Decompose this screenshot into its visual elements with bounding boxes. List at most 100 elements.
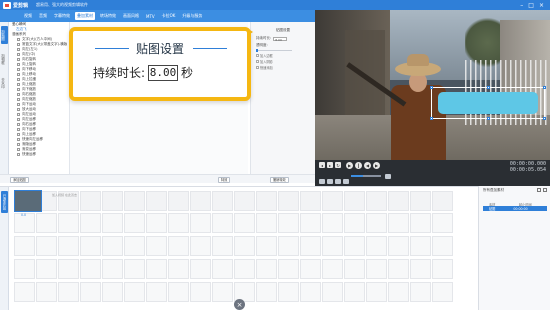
camera-icon[interactable] bbox=[319, 179, 325, 184]
timeline-slot[interactable] bbox=[146, 236, 167, 256]
timeline-slot[interactable] bbox=[322, 191, 343, 211]
timeline-tab-clips[interactable]: 已添加片段 bbox=[1, 191, 8, 213]
menu-item[interactable]: 转场特效 bbox=[98, 12, 118, 20]
option-checkbox[interactable] bbox=[256, 54, 259, 57]
timeline-slot[interactable] bbox=[36, 259, 57, 279]
effect-checkbox[interactable] bbox=[17, 143, 20, 146]
effect-checkbox[interactable] bbox=[17, 53, 20, 56]
option-checkbox[interactable] bbox=[256, 66, 259, 69]
timeline-slot[interactable] bbox=[146, 259, 167, 279]
effect-checkbox[interactable] bbox=[17, 138, 20, 141]
timeline-slot[interactable] bbox=[410, 259, 431, 279]
timeline-slot[interactable] bbox=[58, 259, 79, 279]
timeline-slot[interactable] bbox=[278, 259, 299, 279]
timeline-slot[interactable] bbox=[80, 282, 101, 302]
menu-item[interactable]: 字幕特效 bbox=[52, 12, 72, 20]
menu-item[interactable]: 升级与服务 bbox=[180, 12, 204, 20]
timeline-slot[interactable] bbox=[190, 213, 211, 233]
settings-option[interactable]: 加入边框 bbox=[256, 53, 310, 58]
effect-checkbox[interactable] bbox=[17, 148, 20, 151]
timeline-slot[interactable] bbox=[234, 259, 255, 279]
timeline-slot[interactable] bbox=[410, 282, 431, 302]
timeline-slot[interactable] bbox=[212, 191, 233, 211]
timeline-slot[interactable] bbox=[14, 259, 35, 279]
timeline-slot[interactable] bbox=[58, 236, 79, 256]
effect-checkbox[interactable] bbox=[17, 103, 20, 106]
timeline-slot[interactable] bbox=[366, 213, 387, 233]
option-checkbox[interactable] bbox=[256, 60, 259, 63]
add-sticker-button[interactable]: 添加贴图 bbox=[10, 176, 29, 183]
timeline-slot[interactable] bbox=[344, 259, 365, 279]
timeline-slot[interactable] bbox=[190, 259, 211, 279]
menu-item[interactable]: 视频 bbox=[22, 12, 34, 20]
timeline-slot[interactable] bbox=[234, 213, 255, 233]
resize-handle[interactable] bbox=[543, 86, 546, 89]
timeline-slot[interactable] bbox=[190, 282, 211, 302]
undo-effect-button[interactable]: 撤销特效 bbox=[270, 176, 289, 183]
timeline-slot[interactable] bbox=[102, 282, 123, 302]
transparency-slider[interactable] bbox=[256, 49, 292, 52]
timeline-slot[interactable] bbox=[322, 259, 343, 279]
settings-option[interactable]: 加入阴影 bbox=[256, 59, 310, 64]
menu-item[interactable]: 音频 bbox=[37, 12, 49, 20]
close-timeline-icon[interactable]: × bbox=[234, 299, 245, 310]
effect-checkbox[interactable] bbox=[17, 133, 20, 136]
effect-checkbox[interactable] bbox=[17, 48, 20, 51]
timeline-slot[interactable] bbox=[432, 282, 453, 302]
timeline-slot[interactable] bbox=[388, 259, 409, 279]
timeline-slot[interactable] bbox=[80, 213, 101, 233]
timeline-slot[interactable] bbox=[366, 259, 387, 279]
timeline-slot[interactable] bbox=[36, 282, 57, 302]
timeline-slot[interactable] bbox=[300, 213, 321, 233]
save-icon[interactable] bbox=[335, 179, 341, 184]
timeline-slot[interactable] bbox=[278, 191, 299, 211]
timeline-slot[interactable] bbox=[212, 259, 233, 279]
timeline-slot[interactable] bbox=[102, 259, 123, 279]
overlay-list-row[interactable]: 贴图 00:00:00 bbox=[483, 206, 547, 211]
sidebar-tab[interactable]: 去水印 bbox=[1, 74, 8, 92]
effect-checkbox[interactable] bbox=[17, 58, 20, 61]
frame-forward-icon[interactable]: ▸ bbox=[327, 162, 333, 168]
pause-icon[interactable]: ‖ bbox=[355, 162, 362, 169]
volume-icon[interactable] bbox=[385, 174, 391, 179]
sidebar-tab[interactable]: 加相框 bbox=[1, 50, 8, 68]
timeline-slot[interactable] bbox=[36, 236, 57, 256]
rewind-icon[interactable]: ◀ bbox=[364, 162, 371, 169]
timeline-slot[interactable] bbox=[388, 236, 409, 256]
effect-checkbox[interactable] bbox=[17, 128, 20, 131]
add-icon[interactable] bbox=[537, 188, 541, 192]
timeline-slot[interactable] bbox=[36, 213, 57, 233]
effect-checkbox[interactable] bbox=[17, 118, 20, 121]
menu-item[interactable]: 叠加素材 bbox=[75, 12, 95, 20]
timeline-slot[interactable] bbox=[410, 213, 431, 233]
timeline-slot[interactable] bbox=[366, 282, 387, 302]
timeline-slot[interactable] bbox=[366, 191, 387, 211]
timeline-slot[interactable] bbox=[344, 191, 365, 211]
close-icon[interactable]: × bbox=[539, 2, 544, 9]
effect-checkbox[interactable] bbox=[17, 113, 20, 116]
minimize-icon[interactable]: – bbox=[520, 2, 523, 9]
resize-handle[interactable] bbox=[430, 86, 433, 89]
timeline-slot[interactable] bbox=[146, 282, 167, 302]
timeline-slot[interactable] bbox=[366, 236, 387, 256]
duration-input-small[interactable]: 8.00 bbox=[273, 36, 288, 42]
timeline-slot[interactable] bbox=[168, 236, 189, 256]
timeline-slot[interactable] bbox=[124, 236, 145, 256]
timeline-slot[interactable] bbox=[256, 191, 277, 211]
timeline-slot[interactable] bbox=[432, 259, 453, 279]
timeline-slot[interactable] bbox=[80, 191, 101, 211]
effect-item[interactable]: 快速运移 bbox=[10, 152, 69, 157]
timeline-slot[interactable] bbox=[278, 282, 299, 302]
delete-icon[interactable] bbox=[543, 188, 547, 192]
timeline-clip[interactable]: 0.0 bbox=[14, 190, 42, 217]
folder-icon[interactable] bbox=[327, 179, 333, 184]
timeline-slot[interactable] bbox=[322, 236, 343, 256]
timeline-slot[interactable] bbox=[432, 236, 453, 256]
timeline-slot[interactable] bbox=[14, 282, 35, 302]
menu-item[interactable]: MTV bbox=[144, 13, 157, 20]
timeline-slot[interactable] bbox=[300, 259, 321, 279]
effect-checkbox[interactable] bbox=[17, 108, 20, 111]
effect-checkbox[interactable] bbox=[17, 68, 20, 71]
frame-back-icon[interactable]: ◂ bbox=[319, 162, 325, 168]
timeline-slot[interactable] bbox=[388, 282, 409, 302]
